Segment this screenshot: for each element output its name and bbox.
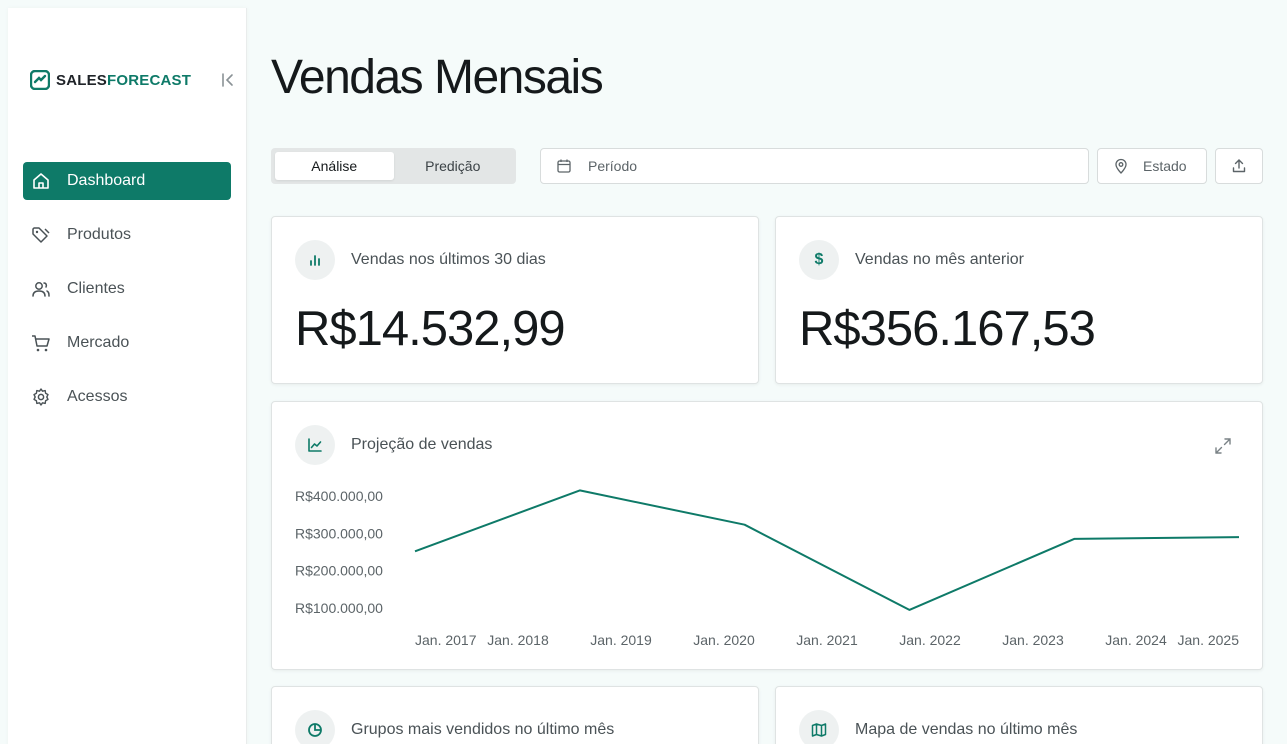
- estado-label: Estado: [1143, 158, 1187, 174]
- gear-icon: [33, 388, 49, 406]
- sidebar-item-mercado[interactable]: Mercado: [23, 324, 231, 362]
- estado-button[interactable]: Estado: [1097, 148, 1207, 184]
- kpi-label: Vendas no mês anterior: [855, 251, 1024, 268]
- y-tick-label: R$200.000,00: [295, 563, 383, 579]
- sidebar-item-label: Dashboard: [67, 172, 146, 189]
- logo-icon: [30, 70, 50, 90]
- sales-series-line: [414, 489, 1240, 611]
- sales-map-card: Mapa de vendas no último mês: [775, 686, 1263, 744]
- export-button[interactable]: [1215, 148, 1263, 184]
- sidebar-item-acessos[interactable]: Acessos: [23, 378, 231, 416]
- x-tick-label: Jan. 2022: [899, 632, 961, 648]
- tab-analise[interactable]: Análise: [275, 152, 394, 180]
- view-toggle: Análise Predição: [271, 148, 516, 184]
- sidebar-item-produtos[interactable]: Produtos: [23, 216, 231, 254]
- x-tick-label: Jan. 2024: [1105, 632, 1167, 648]
- y-tick-label: R$300.000,00: [295, 525, 383, 541]
- sidebar-item-label: Produtos: [67, 226, 132, 243]
- periodo-placeholder: Período: [588, 158, 638, 174]
- users-icon: [32, 282, 50, 297]
- brand-logo[interactable]: SALESFORECAST: [30, 70, 191, 90]
- dollar-icon: $: [799, 240, 839, 280]
- sidebar-item-label: Clientes: [67, 280, 125, 297]
- home-icon: [33, 173, 49, 189]
- kpi-card-previous-month: $ Vendas no mês anterior R$356.167,53: [775, 216, 1263, 384]
- calendar-icon: [557, 159, 571, 173]
- sales-projection-card: Projeção de vendas R$400.000,00 R$300.000…: [271, 401, 1263, 670]
- periodo-date-picker[interactable]: Período: [540, 148, 1089, 184]
- sidebar: SALESFORECAST Dashboard Produtos Cliente…: [8, 8, 247, 744]
- page-title: Vendas Mensais: [271, 51, 604, 104]
- pie-chart-icon: [295, 710, 335, 744]
- kpi-label: Vendas nos últimos 30 dias: [351, 251, 546, 268]
- map-icon: [799, 710, 839, 744]
- x-tick-label: Jan. 2020: [693, 632, 755, 648]
- card-label: Grupos mais vendidos no último mês: [351, 721, 615, 738]
- sidebar-item-label: Mercado: [67, 334, 130, 351]
- cart-icon: [32, 335, 50, 352]
- bar-chart-icon: [295, 240, 335, 280]
- sidebar-item-label: Acessos: [67, 388, 128, 405]
- sales-line-chart: R$400.000,00 R$300.000,00 R$200.000,00 R$10…: [295, 488, 1240, 648]
- x-tick-label: Jan. 2023: [1002, 632, 1064, 648]
- sidebar-item-clientes[interactable]: Clientes: [23, 270, 231, 308]
- collapse-sidebar-icon[interactable]: [220, 72, 236, 88]
- y-tick-label: R$100.000,00: [295, 600, 383, 616]
- sidebar-nav: Dashboard Produtos Clientes Mercado Aces…: [23, 162, 231, 432]
- card-label: Mapa de vendas no último mês: [855, 721, 1078, 738]
- x-tick-label: Jan. 2018: [487, 632, 549, 648]
- tab-predicao[interactable]: Predição: [394, 152, 513, 180]
- y-tick-label: R$400.000,00: [295, 488, 383, 504]
- upload-icon: [1232, 159, 1246, 173]
- brand-name: SALESFORECAST: [56, 71, 192, 89]
- kpi-value: R$356.167,53: [799, 302, 1096, 356]
- x-tick-label: Jan. 2021: [796, 632, 858, 648]
- map-pin-icon: [1115, 158, 1127, 174]
- x-tick-label: Jan. 2017: [415, 632, 477, 648]
- kpi-value: R$14.532,99: [295, 302, 566, 356]
- top-groups-card: Grupos mais vendidos no último mês: [271, 686, 759, 744]
- x-tick-label: Jan. 2019: [590, 632, 652, 648]
- x-tick-label: Jan. 2025: [1178, 632, 1240, 648]
- kpi-card-last-30-days: Vendas nos últimos 30 dias R$14.532,99: [271, 216, 759, 384]
- sidebar-item-dashboard[interactable]: Dashboard: [23, 162, 231, 200]
- tag-icon: [32, 227, 50, 243]
